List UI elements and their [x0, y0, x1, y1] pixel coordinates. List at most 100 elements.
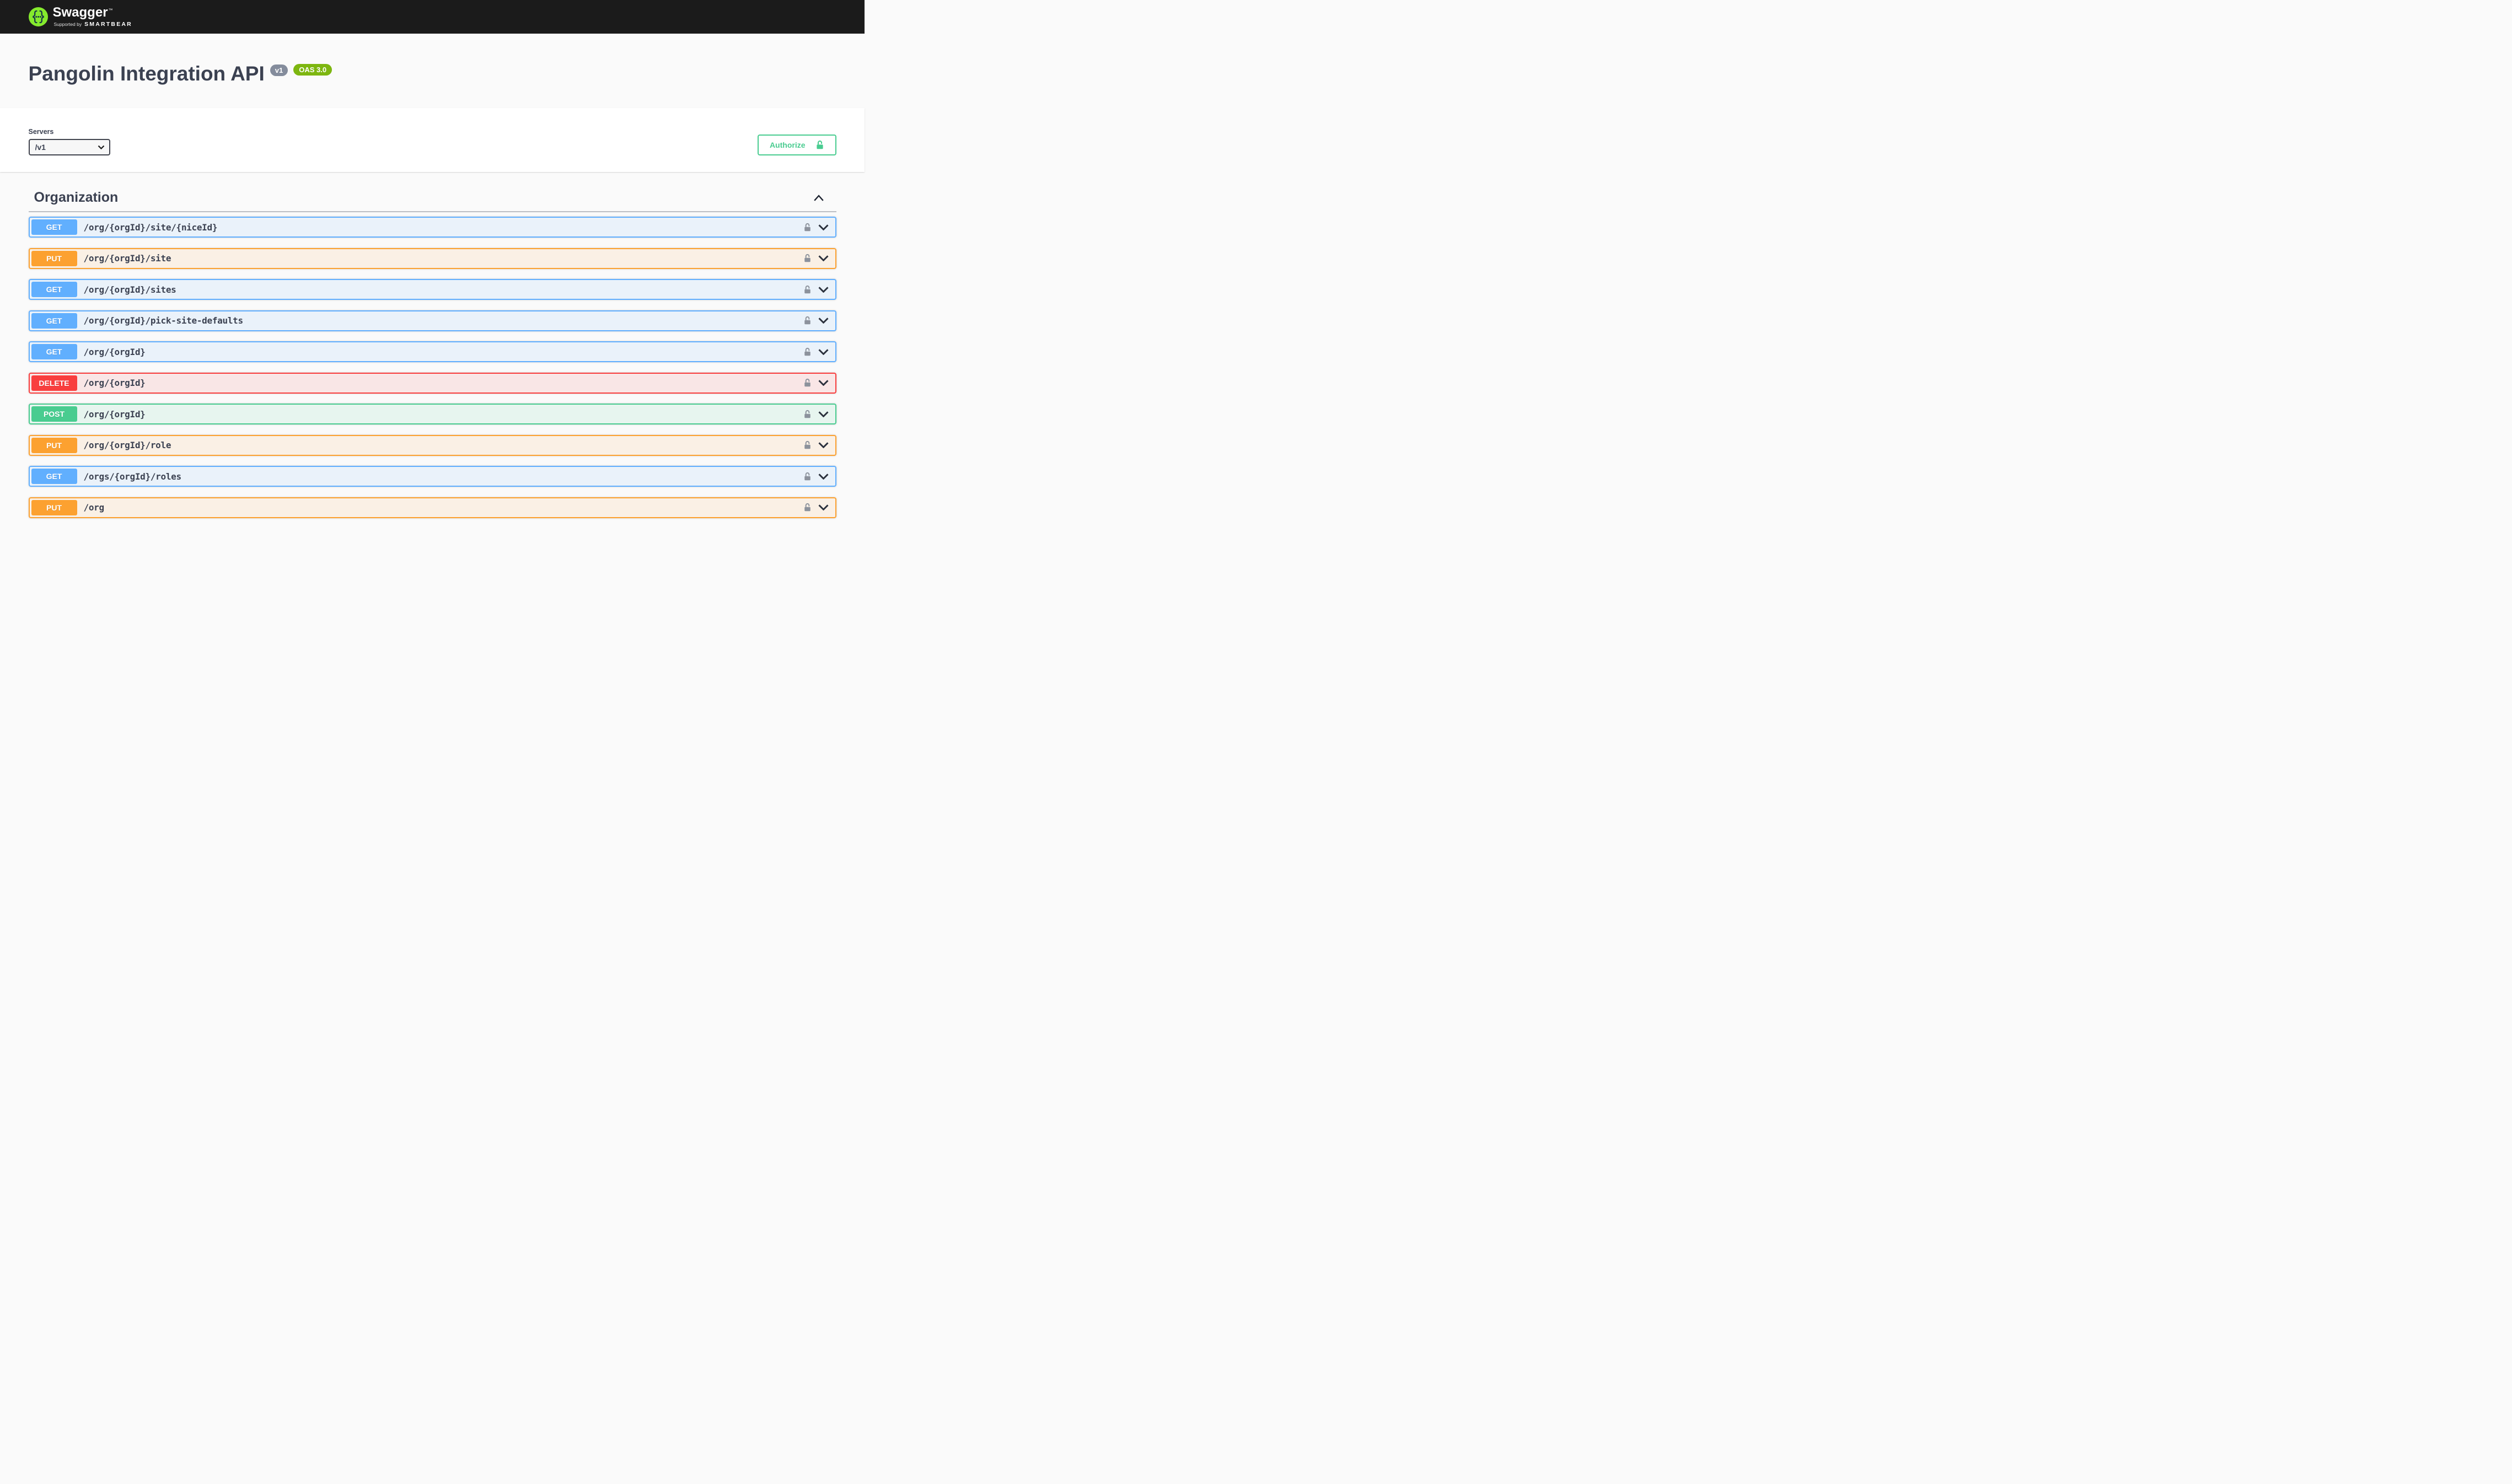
endpoint-path[interactable]: /org/{orgId}/pick-site-defaults	[84, 315, 243, 326]
servers-label: Servers	[29, 128, 110, 136]
brand-subtitle: Supported by SMARTBEAR	[54, 21, 132, 28]
expand-button[interactable]	[818, 224, 829, 230]
section-organization-header[interactable]: Organization	[29, 185, 836, 213]
endpoint-row[interactable]: GET /orgs/{orgId}/roles	[29, 466, 836, 487]
api-title-text: Pangolin Integration API	[29, 63, 265, 85]
chevron-up-icon	[814, 195, 824, 201]
brand-name: Swagger™	[53, 6, 132, 19]
endpoint-summary[interactable]: GET /org/{orgId}/sites	[30, 280, 835, 299]
auth-lock-button[interactable]	[803, 315, 812, 326]
auth-lock-button[interactable]	[803, 502, 812, 513]
unlock-icon	[803, 440, 812, 450]
authorize-button[interactable]: Authorize	[758, 135, 836, 155]
endpoint-summary[interactable]: PUT /org	[30, 498, 835, 517]
unlock-icon	[803, 222, 812, 233]
auth-lock-button[interactable]	[803, 253, 812, 264]
chevron-down-icon	[818, 442, 829, 448]
endpoint-summary[interactable]: POST /org/{orgId}	[30, 405, 835, 423]
endpoint-summary[interactable]: PUT /org/{orgId}/site	[30, 249, 835, 268]
chevron-down-icon	[818, 380, 829, 386]
authorize-label: Authorize	[770, 141, 806, 149]
swagger-logo-link[interactable]: Swagger™ Supported by SMARTBEAR	[29, 6, 132, 28]
trademark: ™	[109, 8, 113, 13]
unlock-icon	[815, 139, 824, 150]
endpoint-path[interactable]: /org/{orgId}/site/{niceId}	[84, 222, 218, 233]
expand-button[interactable]	[818, 504, 829, 510]
endpoint-path[interactable]: /org	[84, 502, 104, 513]
endpoint-row[interactable]: POST /org/{orgId}	[29, 404, 836, 424]
auth-lock-button[interactable]	[803, 471, 812, 482]
topbar: Swagger™ Supported by SMARTBEAR	[0, 0, 865, 34]
chevron-down-icon	[818, 349, 829, 355]
expand-button[interactable]	[818, 474, 829, 480]
auth-lock-button[interactable]	[803, 222, 812, 233]
smartbear-label: SMARTBEAR	[84, 21, 132, 28]
endpoint-path[interactable]: /org/{orgId}	[84, 378, 146, 388]
collapse-section-button[interactable]	[812, 193, 825, 203]
unlock-icon	[803, 315, 812, 326]
expand-button[interactable]	[818, 411, 829, 417]
chevron-down-icon	[818, 224, 829, 230]
supported-by-label: Supported by	[54, 21, 82, 27]
auth-lock-button[interactable]	[803, 440, 812, 450]
chevron-down-icon	[818, 411, 829, 417]
method-badge: PUT	[31, 251, 77, 266]
servers-select[interactable]: /v1	[29, 139, 110, 155]
endpoint-summary[interactable]: GET /org/{orgId}	[30, 342, 835, 361]
servers-select-wrap: /v1	[29, 139, 110, 155]
endpoint-summary[interactable]: PUT /org/{orgId}/role	[30, 436, 835, 455]
chevron-down-icon	[818, 474, 829, 480]
unlock-icon	[803, 502, 812, 513]
method-badge: PUT	[31, 500, 77, 515]
endpoint-path[interactable]: /orgs/{orgId}/roles	[84, 471, 181, 482]
chevron-down-icon	[818, 287, 829, 293]
auth-lock-button[interactable]	[803, 409, 812, 420]
endpoint-row[interactable]: GET /org/{orgId}/pick-site-defaults	[29, 310, 836, 331]
endpoint-path[interactable]: /org/{orgId}	[84, 347, 146, 357]
endpoint-row[interactable]: PUT /org	[29, 497, 836, 518]
method-badge: GET	[31, 313, 77, 329]
chevron-down-icon	[818, 255, 829, 261]
auth-lock-button[interactable]	[803, 284, 812, 295]
method-badge: POST	[31, 406, 77, 422]
endpoint-path[interactable]: /org/{orgId}	[84, 409, 146, 420]
method-badge: DELETE	[31, 375, 77, 391]
endpoint-summary[interactable]: DELETE /org/{orgId}	[30, 374, 835, 392]
unlock-icon	[803, 347, 812, 357]
auth-lock-button[interactable]	[803, 347, 812, 357]
endpoint-row[interactable]: PUT /org/{orgId}/site	[29, 248, 836, 269]
method-badge: GET	[31, 344, 77, 359]
expand-button[interactable]	[818, 442, 829, 448]
endpoint-path[interactable]: /org/{orgId}/role	[84, 440, 171, 450]
chevron-down-icon	[818, 318, 829, 324]
endpoint-summary[interactable]: GET /orgs/{orgId}/roles	[30, 467, 835, 486]
method-badge: PUT	[31, 438, 77, 453]
unlock-icon	[803, 409, 812, 420]
info-section: Pangolin Integration API v1 OAS 3.0	[0, 34, 865, 108]
auth-lock-button[interactable]	[803, 378, 812, 388]
unlock-icon	[803, 378, 812, 388]
page-title: Pangolin Integration API v1 OAS 3.0	[29, 63, 836, 85]
unlock-icon	[803, 253, 812, 264]
expand-button[interactable]	[818, 380, 829, 386]
endpoint-row[interactable]: GET /org/{orgId}/sites	[29, 279, 836, 300]
section-title: Organization	[34, 190, 119, 206]
endpoint-path[interactable]: /org/{orgId}/site	[84, 253, 171, 264]
endpoint-list: GET /org/{orgId}/site/{niceId} PUT /org	[29, 217, 836, 518]
endpoint-row[interactable]: DELETE /org/{orgId}	[29, 373, 836, 394]
endpoint-summary[interactable]: GET /org/{orgId}/pick-site-defaults	[30, 311, 835, 330]
expand-button[interactable]	[818, 318, 829, 324]
servers-group: Servers /v1	[29, 128, 110, 155]
expand-button[interactable]	[818, 255, 829, 261]
expand-button[interactable]	[818, 287, 829, 293]
endpoint-path[interactable]: /org/{orgId}/sites	[84, 284, 176, 295]
expand-button[interactable]	[818, 349, 829, 355]
endpoint-row[interactable]: GET /org/{orgId}	[29, 341, 836, 362]
endpoint-summary[interactable]: GET /org/{orgId}/site/{niceId}	[30, 218, 835, 236]
api-operations: Organization GET /org/{orgId}/site/{nice…	[29, 185, 836, 518]
unlock-icon	[803, 471, 812, 482]
scheme-container: Servers /v1 Authorize	[0, 108, 865, 172]
endpoint-row[interactable]: PUT /org/{orgId}/role	[29, 435, 836, 456]
endpoint-row[interactable]: GET /org/{orgId}/site/{niceId}	[29, 217, 836, 238]
chevron-down-icon	[818, 504, 829, 510]
